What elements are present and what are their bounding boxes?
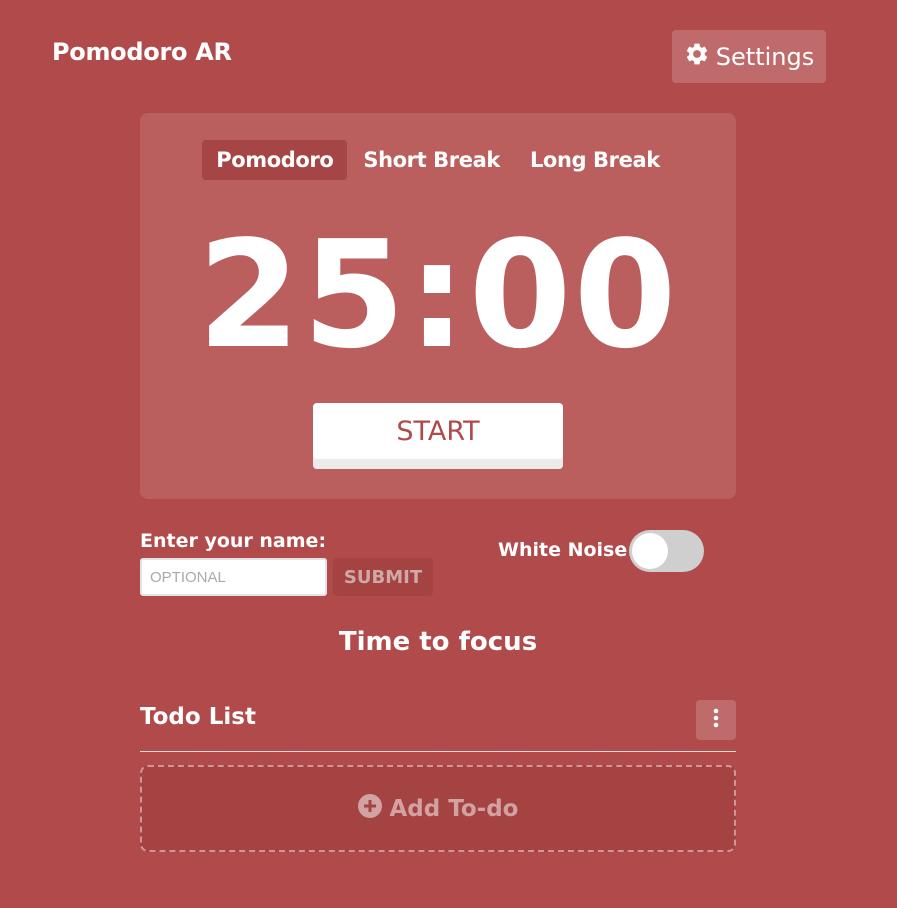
add-todo-label: Add To-do — [389, 795, 519, 822]
kebab-menu-icon — [713, 708, 719, 732]
tab-long-break[interactable]: Long Break — [516, 140, 674, 180]
todo-menu-button[interactable] — [696, 700, 736, 740]
submit-button[interactable]: SUBMIT — [333, 558, 433, 596]
name-label: Enter your name: — [140, 530, 327, 552]
tab-short-break[interactable]: Short Break — [349, 140, 514, 180]
start-button[interactable]: START — [313, 403, 563, 469]
name-input[interactable] — [140, 558, 327, 596]
white-noise-toggle[interactable] — [629, 530, 704, 572]
plus-circle-icon — [357, 793, 382, 824]
todo-title: Todo List — [140, 704, 256, 730]
timer-display: 25:00 — [197, 209, 679, 381]
gear-icon — [684, 41, 710, 73]
toggle-knob — [632, 533, 668, 569]
pomodoro-app: Pomodoro AR Settings Pomodoro Short Brea… — [0, 0, 897, 908]
todo-header: Todo List — [140, 700, 736, 752]
add-todo-button[interactable]: Add To-do — [140, 765, 736, 852]
tab-pomodoro[interactable]: Pomodoro — [202, 140, 348, 180]
settings-button[interactable]: Settings — [672, 30, 826, 83]
mode-tabs: Pomodoro Short Break Long Break — [140, 140, 736, 180]
status-message: Time to focus — [338, 627, 538, 657]
settings-label: Settings — [715, 42, 815, 71]
white-noise-label: White Noise — [498, 539, 628, 561]
timer-card: Pomodoro Short Break Long Break 25:00 ST… — [140, 113, 736, 499]
app-title: Pomodoro AR — [52, 38, 232, 66]
